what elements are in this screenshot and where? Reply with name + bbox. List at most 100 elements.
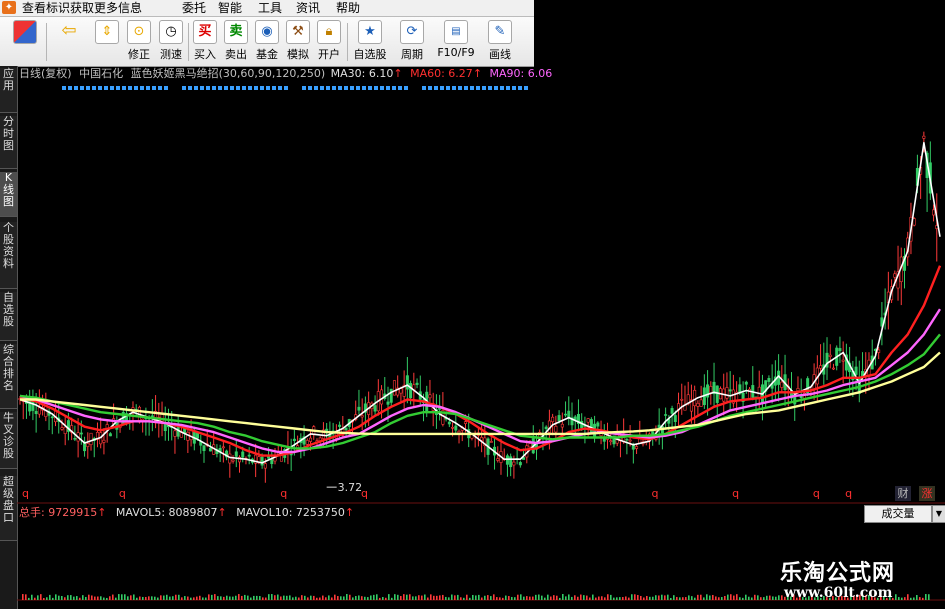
open-account-button[interactable]: 🔒︎ 开户 — [314, 20, 344, 64]
info-mine-marker[interactable] — [92, 86, 96, 90]
menu-help[interactable]: 帮助 — [336, 0, 360, 16]
info-mine-marker[interactable] — [506, 86, 510, 90]
info-mine-marker[interactable] — [362, 86, 366, 90]
info-mine-marker[interactable] — [350, 86, 354, 90]
tab-watchlist[interactable]: 自选股 — [0, 292, 17, 341]
info-mine-marker[interactable] — [332, 86, 336, 90]
info-mine-marker[interactable] — [188, 86, 192, 90]
info-mine-marker[interactable] — [434, 86, 438, 90]
info-mine-marker[interactable] — [284, 86, 288, 90]
tab-order-book[interactable]: 超级盘口 — [0, 476, 17, 541]
info-mine-marker[interactable] — [128, 86, 132, 90]
info-mine-marker[interactable] — [308, 86, 312, 90]
info-mine-marker[interactable] — [464, 86, 468, 90]
info-mine-marker[interactable] — [218, 86, 222, 90]
info-mine-marker[interactable] — [98, 86, 102, 90]
info-mine-marker[interactable] — [248, 86, 252, 90]
info-mine-marker[interactable] — [236, 86, 240, 90]
info-mine-marker[interactable] — [182, 86, 186, 90]
limit-up-tag[interactable]: 涨 — [919, 486, 935, 501]
info-mine-marker[interactable] — [242, 86, 246, 90]
volume-indicator-select[interactable]: 成交量 — [864, 505, 932, 523]
f10-button[interactable]: ▤ F10/F9 — [436, 20, 476, 64]
info-mine-marker[interactable] — [326, 86, 330, 90]
info-mine-marker[interactable] — [470, 86, 474, 90]
info-mine-marker[interactable] — [164, 86, 168, 90]
finance-tag[interactable]: 财 — [895, 486, 911, 501]
info-mine-marker[interactable] — [380, 86, 384, 90]
info-mine-marker[interactable] — [146, 86, 150, 90]
info-mine-marker[interactable] — [116, 86, 120, 90]
info-mine-marker[interactable] — [194, 86, 198, 90]
info-mine-marker[interactable] — [404, 86, 408, 90]
info-mine-marker[interactable] — [80, 86, 84, 90]
buy-button[interactable]: 买 买入 — [190, 20, 220, 64]
info-mine-marker[interactable] — [344, 86, 348, 90]
menu-smart[interactable]: 智能 — [218, 0, 242, 16]
tab-ranking[interactable]: 综合排名 — [0, 344, 17, 409]
period-text[interactable]: 日线(复权) — [19, 67, 72, 80]
speed-test-button[interactable]: ◷ 测速 — [156, 20, 186, 64]
info-mine-marker[interactable] — [482, 86, 486, 90]
info-mine-marker[interactable] — [140, 86, 144, 90]
back-button[interactable]: ⇦ — [54, 20, 84, 64]
info-mine-marker[interactable] — [260, 86, 264, 90]
chevron-down-icon[interactable]: ▼ — [932, 505, 945, 523]
info-mine-marker[interactable] — [200, 86, 204, 90]
fund-button[interactable]: ◉ 基金 — [252, 20, 282, 64]
app-logo-icon[interactable]: ✦ — [2, 1, 16, 14]
draw-line-button[interactable]: ✎ 画线 — [482, 20, 518, 64]
info-mine-marker[interactable] — [266, 86, 270, 90]
info-mine-marker[interactable] — [422, 86, 426, 90]
info-mine-marker[interactable] — [446, 86, 450, 90]
info-mine-marker[interactable] — [428, 86, 432, 90]
info-mine-marker[interactable] — [488, 86, 492, 90]
info-mine-marker[interactable] — [110, 86, 114, 90]
info-link[interactable]: 查看标识获取更多信息 — [22, 0, 142, 16]
info-mine-marker[interactable] — [368, 86, 372, 90]
info-mine-marker[interactable] — [86, 86, 90, 90]
info-mine-marker[interactable] — [74, 86, 78, 90]
info-mine-marker[interactable] — [68, 86, 72, 90]
info-mine-marker[interactable] — [104, 86, 108, 90]
watchlist-button[interactable]: ★ 自选股 — [352, 20, 388, 64]
grid-button[interactable] — [10, 20, 40, 64]
info-mine-marker[interactable] — [452, 86, 456, 90]
info-mine-marker[interactable] — [374, 86, 378, 90]
info-mine-marker[interactable] — [314, 86, 318, 90]
info-mine-marker[interactable] — [302, 86, 306, 90]
tab-apps[interactable]: 应用 — [0, 68, 17, 113]
info-mine-marker[interactable] — [356, 86, 360, 90]
info-mine-marker[interactable] — [272, 86, 276, 90]
info-mine-marker[interactable] — [224, 86, 228, 90]
period-button[interactable]: ⟳ 周期 — [394, 20, 430, 64]
info-mine-marker[interactable] — [122, 86, 126, 90]
info-mine-marker[interactable] — [158, 86, 162, 90]
tab-stock-profile[interactable]: 个股资料 — [0, 222, 17, 289]
tab-intraday[interactable]: 分时图 — [0, 116, 17, 169]
info-mine-marker[interactable] — [206, 86, 210, 90]
info-mine-marker[interactable] — [512, 86, 516, 90]
tab-kline[interactable]: K线图 — [0, 172, 17, 217]
info-mine-marker[interactable] — [212, 86, 216, 90]
page-up-down-button[interactable]: ⇕ — [92, 20, 122, 64]
info-mine-marker[interactable] — [134, 86, 138, 90]
revise-button[interactable]: ⊙ 修正 — [124, 20, 154, 64]
info-mine-marker[interactable] — [338, 86, 342, 90]
menu-news[interactable]: 资讯 — [296, 0, 320, 16]
info-mine-marker[interactable] — [398, 86, 402, 90]
info-mine-marker[interactable] — [392, 86, 396, 90]
simulate-button[interactable]: ⚒ 模拟 — [283, 20, 313, 64]
tab-diagnosis[interactable]: 牛叉诊股 — [0, 412, 17, 469]
info-mine-marker[interactable] — [254, 86, 258, 90]
info-mine-marker[interactable] — [278, 86, 282, 90]
menu-tools[interactable]: 工具 — [258, 0, 282, 16]
info-mine-marker[interactable] — [518, 86, 522, 90]
info-mine-marker[interactable] — [458, 86, 462, 90]
info-mine-marker[interactable] — [476, 86, 480, 90]
info-mine-marker[interactable] — [524, 86, 528, 90]
info-mine-marker[interactable] — [230, 86, 234, 90]
info-mine-marker[interactable] — [62, 86, 66, 90]
info-mine-marker[interactable] — [440, 86, 444, 90]
info-mine-marker[interactable] — [320, 86, 324, 90]
